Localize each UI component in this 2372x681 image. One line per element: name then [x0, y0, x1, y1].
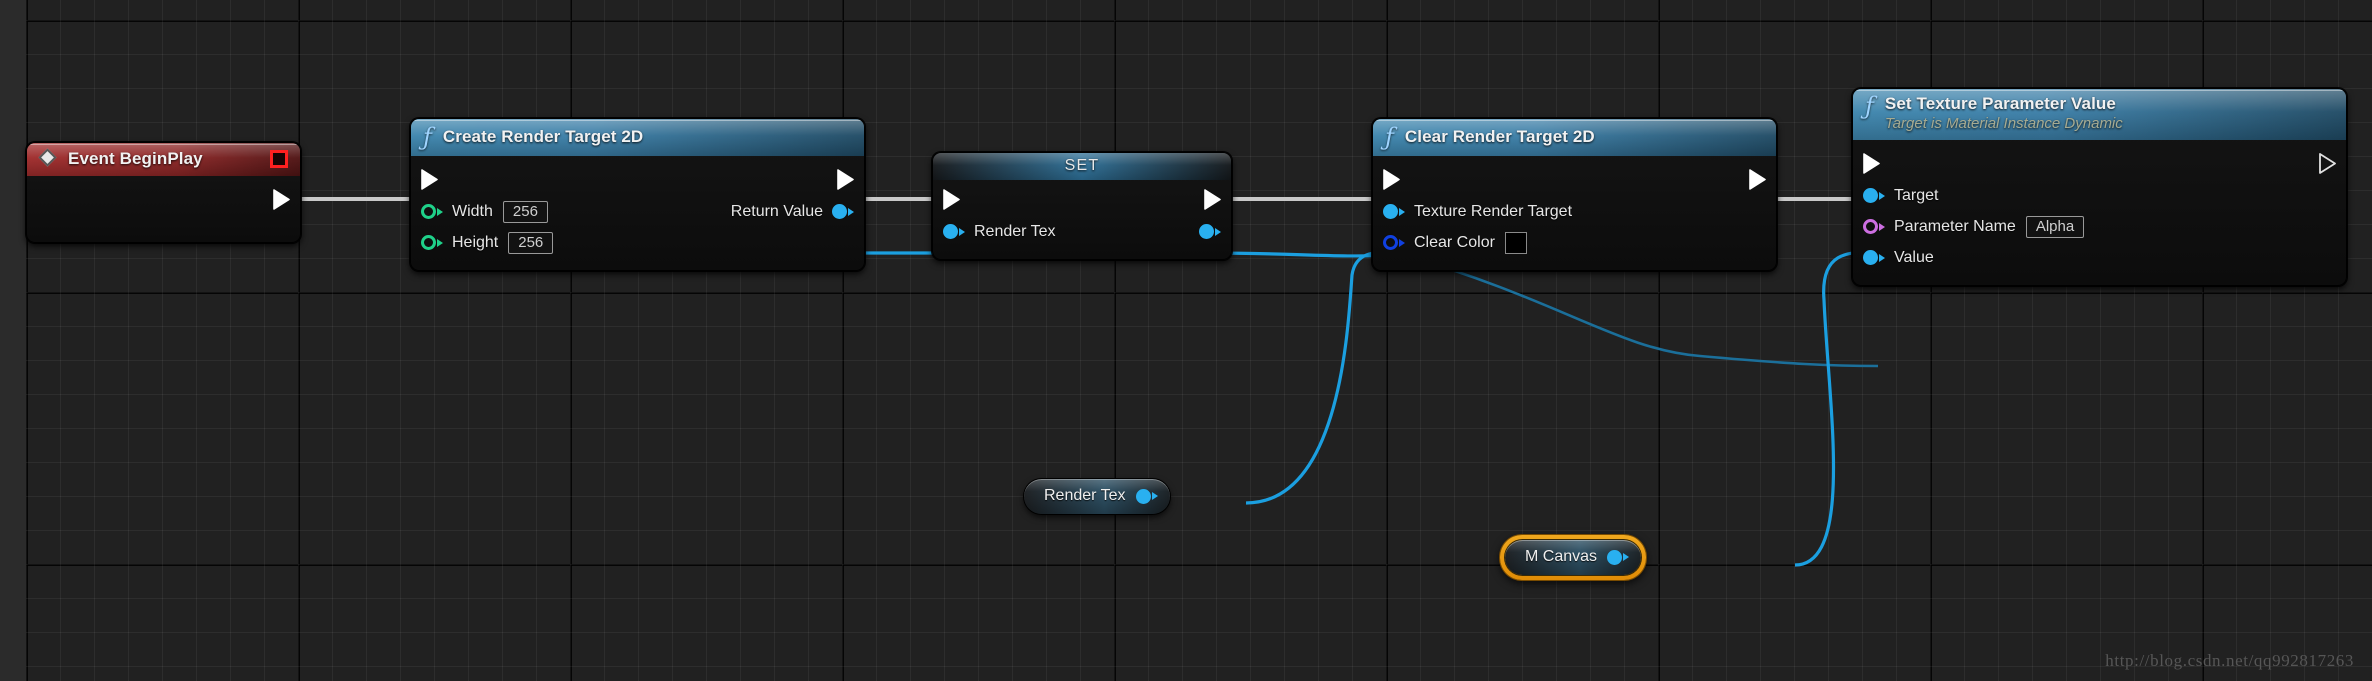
- node-header: SET: [933, 153, 1231, 180]
- render-tex-input-pin[interactable]: [943, 224, 965, 239]
- graph-left-gutter: [0, 0, 26, 681]
- node-body: Width 256 Return Value Height 256: [411, 156, 864, 270]
- exec-input-pin[interactable]: [1383, 168, 1400, 190]
- render-tex-output-pin[interactable]: [1135, 488, 1158, 504]
- m-canvas-output-pin[interactable]: [1607, 549, 1630, 565]
- pin-row-texture-render-target: Texture Render Target: [1373, 196, 1776, 227]
- pin-row-exec: [411, 162, 864, 196]
- pin-row-render-tex: Render Tex: [933, 216, 1231, 247]
- node-subtitle: Target is Material Instance Dynamic: [1884, 115, 2123, 132]
- target-input-pin[interactable]: [1863, 188, 1885, 203]
- render-tex-output-pin[interactable]: [1199, 224, 1221, 239]
- delegate-output-pin[interactable]: [270, 150, 288, 168]
- pin-label-clear-color: Clear Color: [1414, 233, 1495, 251]
- node-body: Render Tex: [933, 180, 1231, 259]
- getter-label: M Canvas: [1525, 548, 1598, 565]
- exec-input-pin[interactable]: [1863, 152, 1880, 174]
- return-value-output-pin[interactable]: [832, 204, 854, 219]
- pin-row-exec: [933, 182, 1231, 216]
- pin-label-texture-render-target: Texture Render Target: [1414, 202, 1573, 220]
- pin-label-return-value: Return Value: [730, 202, 823, 220]
- getter-label: Render Tex: [1044, 487, 1126, 504]
- node-title: Event BeginPlay: [68, 149, 203, 168]
- function-fx-icon: ƒ: [1865, 92, 1874, 120]
- node-header: Event BeginPlay: [27, 143, 300, 176]
- pin-row-width: Width 256 Return Value: [411, 196, 864, 227]
- pin-label-width: Width: [452, 202, 493, 220]
- node-title: Clear Render Target 2D: [1404, 127, 1595, 146]
- width-value-field[interactable]: 256: [502, 200, 548, 223]
- exec-output-pin[interactable]: [1204, 188, 1221, 210]
- node-getter-m-canvas[interactable]: M Canvas: [1500, 535, 1647, 580]
- node-clear-render-target-2d[interactable]: ƒ Clear Render Target 2D Texture Render …: [1372, 118, 1777, 271]
- exec-output-pin[interactable]: [1749, 168, 1766, 190]
- pin-row-target: Target: [1853, 180, 2346, 211]
- pin-label-height: Height: [452, 233, 499, 251]
- pin-row-height: Height 256: [411, 227, 864, 258]
- width-input-pin[interactable]: [421, 204, 443, 219]
- node-header: ƒ Clear Render Target 2D: [1373, 119, 1776, 156]
- node-create-render-target-2d[interactable]: ƒ Create Render Target 2D Width 256 Retu…: [410, 118, 865, 271]
- event-diamond-icon: [39, 149, 59, 169]
- node-set-render-tex[interactable]: SET Render Tex: [932, 152, 1232, 260]
- blueprint-graph-canvas[interactable]: Event BeginPlay ƒ Create Render Target 2…: [0, 0, 2372, 681]
- node-title: SET: [1064, 157, 1100, 174]
- exec-output-pin[interactable]: [2319, 152, 2336, 174]
- node-body: [27, 176, 300, 242]
- exec-input-pin[interactable]: [421, 168, 438, 190]
- pin-label-parameter-name: Parameter Name: [1894, 217, 2016, 235]
- height-input-pin[interactable]: [421, 235, 443, 250]
- pin-row-exec: [1373, 162, 1776, 196]
- node-title: Create Render Target 2D: [442, 127, 644, 146]
- pin-label-render-tex: Render Tex: [974, 222, 1056, 240]
- node-getter-render-tex[interactable]: Render Tex: [1022, 477, 1172, 516]
- height-value-field[interactable]: 256: [508, 231, 554, 254]
- node-set-texture-parameter-value[interactable]: ƒ Set Texture Parameter Value Target is …: [1852, 88, 2347, 286]
- watermark-text: http://blog.csdn.net/qq992817263: [2105, 651, 2354, 670]
- node-header: ƒ Set Texture Parameter Value Target is …: [1853, 89, 2346, 140]
- exec-input-pin[interactable]: [943, 188, 960, 210]
- texture-render-target-input-pin[interactable]: [1383, 204, 1405, 219]
- exec-output-pin[interactable]: [837, 168, 854, 190]
- node-event-begin-play[interactable]: Event BeginPlay: [26, 142, 301, 243]
- pin-row-exec: [1853, 146, 2346, 180]
- value-input-pin[interactable]: [1863, 250, 1885, 265]
- function-fx-icon: ƒ: [1385, 123, 1394, 151]
- node-body: Target Parameter Name Alpha Value: [1853, 140, 2346, 285]
- exec-output-pin[interactable]: [273, 188, 290, 210]
- function-fx-icon: ƒ: [423, 123, 432, 151]
- pin-row-parameter-name: Parameter Name Alpha: [1853, 211, 2346, 242]
- pin-row-exec-out: [27, 182, 300, 216]
- node-title: Set Texture Parameter Value: [1884, 94, 2116, 113]
- pin-row-value: Value: [1853, 242, 2346, 273]
- node-header: ƒ Create Render Target 2D: [411, 119, 864, 156]
- node-body: Texture Render Target Clear Color: [1373, 156, 1776, 270]
- pin-label-target: Target: [1894, 186, 1939, 204]
- pin-row-clear-color: Clear Color: [1373, 227, 1776, 258]
- clear-color-swatch[interactable]: [1504, 231, 1527, 254]
- clear-color-input-pin[interactable]: [1383, 235, 1405, 250]
- pin-label-value: Value: [1894, 248, 1934, 266]
- parameter-name-input-pin[interactable]: [1863, 219, 1885, 234]
- parameter-name-value-field[interactable]: Alpha: [2025, 215, 2085, 238]
